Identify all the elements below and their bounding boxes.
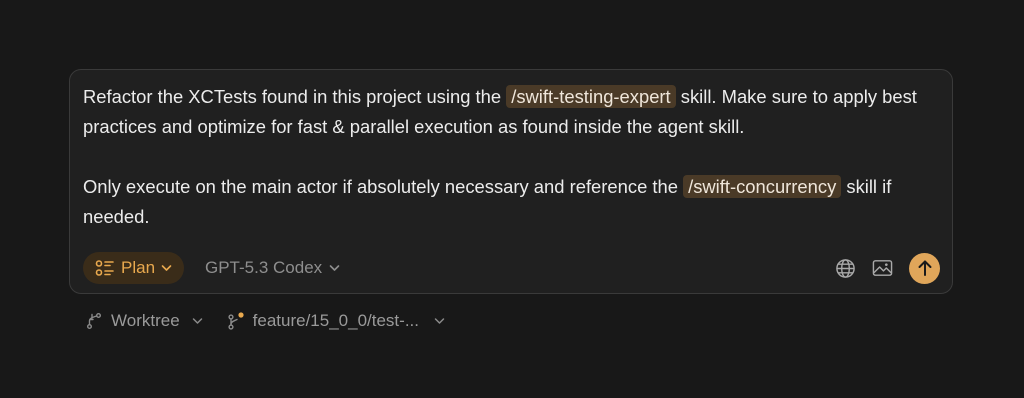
composer-actions xyxy=(833,252,940,284)
arrow-up-icon xyxy=(917,259,933,277)
image-icon[interactable] xyxy=(870,256,894,280)
prompt-paragraph-1: Refactor the XCTests found in this proje… xyxy=(83,82,945,142)
worktree-selector[interactable]: Worktree xyxy=(86,311,203,331)
prompt-text: Refactor the XCTests found in this proje… xyxy=(83,86,507,107)
plan-list-icon xyxy=(95,259,115,277)
worktree-icon xyxy=(86,312,102,330)
plan-mode-button[interactable]: Plan xyxy=(83,252,185,284)
composer-toolbar: Plan GPT-5.3 Codex xyxy=(83,252,940,284)
branch-icon xyxy=(227,311,245,331)
branch-selector[interactable]: feature/15_0_0/test-... xyxy=(227,311,445,331)
footer-bar: Worktree feature/15_0_0/test-... xyxy=(86,309,445,333)
composer[interactable]: Refactor the XCTests found in this proje… xyxy=(69,69,953,294)
branch-label: feature/15_0_0/test-... xyxy=(252,311,419,330)
prompt-input[interactable]: Refactor the XCTests found in this proje… xyxy=(83,82,945,232)
skill-chip-swift-concurrency[interactable]: /swift-concurrency xyxy=(683,175,842,198)
chevron-down-icon xyxy=(161,264,172,272)
model-label: GPT-5.3 Codex xyxy=(205,258,323,277)
model-selector[interactable]: GPT-5.3 Codex xyxy=(205,252,340,284)
chevron-down-icon xyxy=(434,317,445,325)
plan-mode-label: Plan xyxy=(121,258,156,277)
skill-chip-swift-testing-expert[interactable]: /swift-testing-expert xyxy=(506,85,676,108)
prompt-text: Only execute on the main actor if absolu… xyxy=(83,176,684,197)
chevron-down-icon xyxy=(192,317,203,325)
prompt-paragraph-2: Only execute on the main actor if absolu… xyxy=(83,172,945,232)
globe-icon[interactable] xyxy=(833,256,857,280)
chevron-down-icon xyxy=(329,264,340,272)
send-button[interactable] xyxy=(909,252,940,284)
worktree-label: Worktree xyxy=(111,311,180,330)
